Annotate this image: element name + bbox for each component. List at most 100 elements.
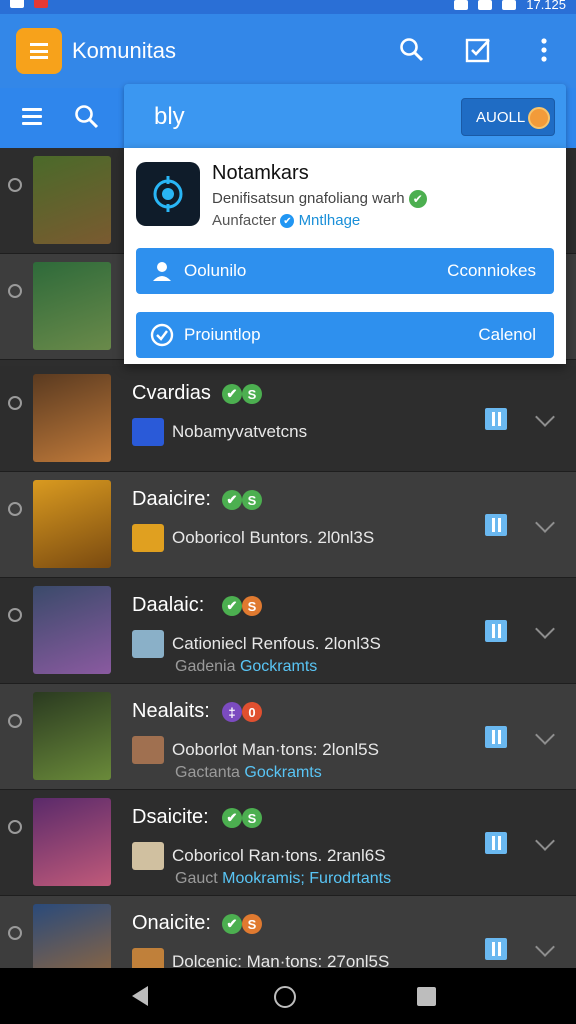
proiuntlop-button[interactable]: Proiuntlop Calenol <box>136 312 554 358</box>
app-bar: Komunitas <box>0 14 576 88</box>
home-icon[interactable] <box>274 986 296 1008</box>
item-badges: ✔ S <box>222 808 262 828</box>
select-radio[interactable] <box>8 714 22 728</box>
oolunilo-button[interactable]: Oolunilo Cconniokes <box>136 248 554 294</box>
signal-icon <box>502 0 517 10</box>
verified-icon: ✔ <box>222 596 242 616</box>
verified-icon: ✔ <box>280 214 295 229</box>
item-subtitle: Coboricol Ran·tons. 2ranl6S <box>172 846 386 865</box>
hamburger-icon[interactable] <box>22 108 42 126</box>
game-thumbnail <box>33 156 111 244</box>
character-icon <box>132 736 164 764</box>
item-meta: Gadenia Gockramts <box>175 658 318 675</box>
pause-button[interactable] <box>485 514 507 536</box>
list-item[interactable]: Daaicire: ✔ S Ooboricol Buntors. 2l0nl3S <box>0 472 576 578</box>
search-icon <box>75 105 99 129</box>
status-badge: S <box>242 808 262 828</box>
item-link[interactable]: Furodrtants <box>309 870 391 887</box>
pause-button[interactable] <box>485 620 507 642</box>
auoll-label: AUOLL <box>476 108 526 126</box>
search-toggle[interactable] <box>74 104 100 135</box>
pause-button[interactable] <box>485 408 507 430</box>
chevron-down-icon[interactable] <box>535 937 555 957</box>
app-menu-logo[interactable] <box>16 28 62 74</box>
menu-icon <box>30 43 48 59</box>
system-nav-bar <box>0 968 576 1024</box>
select-radio[interactable] <box>8 284 22 298</box>
status-badge: S <box>242 914 262 934</box>
status-badge: S <box>242 490 262 510</box>
button-label: Oolunilo <box>184 261 247 280</box>
popup-title: Notamkars <box>212 162 309 184</box>
button-label: Proiuntlop <box>184 325 261 344</box>
status-bar: 17.125 <box>0 0 576 14</box>
pause-button[interactable] <box>485 832 507 854</box>
checkbox-icon <box>465 38 490 63</box>
item-title: Onaicite: <box>132 912 211 934</box>
emblem-icon <box>132 842 164 870</box>
page-title: Komunitas <box>72 38 176 63</box>
game-thumbnail <box>33 262 111 350</box>
verified-icon: ✔ <box>408 190 427 209</box>
list-item[interactable]: Dsaicite: ✔ S Coboricol Ran·tons. 2ranl6… <box>0 790 576 896</box>
item-link[interactable]: Gockramts <box>240 658 317 675</box>
chevron-down-icon[interactable] <box>535 407 555 427</box>
item-badges: ✔ S <box>222 596 262 616</box>
item-badges: ✔ S <box>222 490 262 510</box>
search-query[interactable]: bly <box>154 103 185 131</box>
overflow-menu-button[interactable] <box>530 36 558 64</box>
game-thumbnail <box>33 586 111 674</box>
search-result-popup: Notamkars Denifisatsun gnafoliang warh ✔… <box>124 148 566 364</box>
popup-link[interactable]: Mntlhage <box>299 212 361 229</box>
select-radio[interactable] <box>8 502 22 516</box>
item-badges: ✔ S <box>222 914 262 934</box>
select-radio[interactable] <box>8 608 22 622</box>
item-subtitle: Ooboricol Buntors. 2l0nl3S <box>172 528 375 547</box>
item-link[interactable]: Mookramis; <box>222 870 305 887</box>
item-meta: Gauct Mookramis; Furodrtants <box>175 870 392 887</box>
list-item[interactable]: Cvardias ✔ S Nobamyvatvetcns <box>0 366 576 472</box>
recent-apps-icon[interactable] <box>417 987 436 1006</box>
pause-button[interactable] <box>485 726 507 748</box>
item-subtitle: Ooborlot Man·tons: 2lonl5S <box>172 740 379 759</box>
pause-button[interactable] <box>485 938 507 960</box>
item-badges: ‡ 0 <box>222 702 262 722</box>
select-radio[interactable] <box>8 820 22 834</box>
list-item[interactable]: Daalaic: ✔ S Cationiecl Renfous. 2lonl3S… <box>0 578 576 684</box>
chevron-down-icon[interactable] <box>535 725 555 745</box>
shield-check-icon <box>150 323 174 347</box>
verified-icon: ✔ <box>222 490 242 510</box>
portal-icon <box>153 176 183 212</box>
purple-badge-icon: ‡ <box>222 702 242 722</box>
status-badge: 0 <box>242 702 262 722</box>
search-header: bly AUOLL <box>124 84 566 148</box>
item-link[interactable]: Gockramts <box>244 764 321 781</box>
chevron-down-icon[interactable] <box>535 619 555 639</box>
item-title: Daaicire: <box>132 488 211 510</box>
item-subtitle: Cationiecl Renfous. 2lonl3S <box>172 634 381 653</box>
item-subtitle: Nobamyvatvetcns <box>172 422 308 441</box>
cube-icon <box>132 418 164 446</box>
select-radio[interactable] <box>8 178 22 192</box>
back-icon[interactable] <box>132 986 148 1006</box>
app-icon <box>136 162 200 226</box>
verified-icon: ✔ <box>222 914 242 934</box>
status-badge: S <box>242 596 262 616</box>
select-radio[interactable] <box>8 396 22 410</box>
checklist-button[interactable] <box>464 36 492 64</box>
select-radio[interactable] <box>8 926 22 940</box>
chevron-down-icon[interactable] <box>535 831 555 851</box>
item-title: Cvardias <box>132 382 211 404</box>
chevron-down-icon[interactable] <box>535 513 555 533</box>
status-time: 17.125 <box>526 0 566 12</box>
coin-icon <box>528 107 550 129</box>
auoll-button[interactable]: AUOLL <box>461 98 555 136</box>
popup-description: Denifisatsun gnafoliang warh ✔ <box>212 190 427 209</box>
more-vert-icon <box>541 38 547 62</box>
search-icon <box>400 38 424 62</box>
list-item[interactable]: Nealaits: ‡ 0 Ooborlot Man·tons: 2lonl5S… <box>0 684 576 790</box>
button-secondary-label: Calenol <box>478 325 536 344</box>
item-title: Dsaicite: <box>132 806 209 828</box>
search-button[interactable] <box>398 36 426 64</box>
popup-meta: Aunfacter ✔ Mntlhage <box>212 212 361 229</box>
